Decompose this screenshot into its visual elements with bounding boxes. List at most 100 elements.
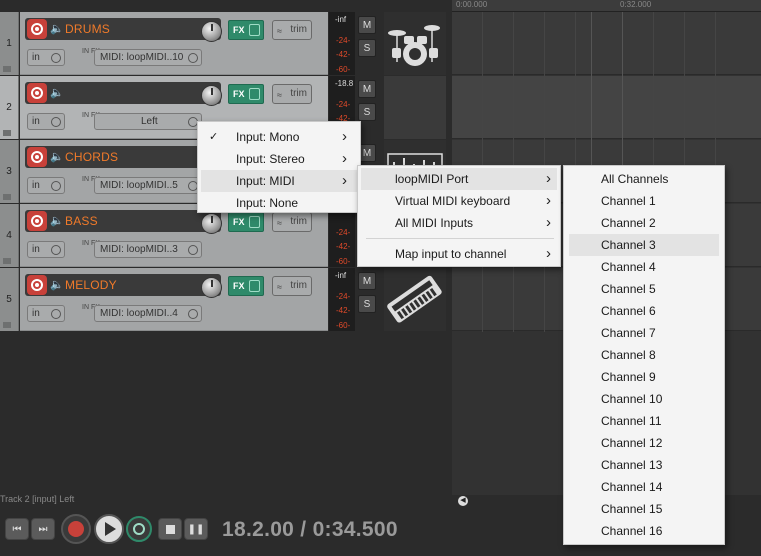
go-to-start-icon[interactable]: ⏮ [5, 518, 29, 540]
track-number[interactable]: 2 [0, 76, 19, 139]
automation-trim-button[interactable]: ≈ trim [272, 84, 312, 104]
fx-bypass-icon[interactable] [249, 216, 260, 228]
track-header[interactable]: 🔈 MELODY FX ≈ trim in IN FX MIDI: loopMID… [20, 268, 328, 331]
menu-item-channel[interactable]: Channel 8 [569, 344, 719, 366]
menu-item-midi-source[interactable]: loopMIDI Port › [361, 168, 557, 190]
input-source-select[interactable]: MIDI: loopMIDI..5 [94, 177, 202, 194]
record-arm-button[interactable] [27, 147, 47, 167]
record-arm-button[interactable] [27, 211, 47, 231]
play-icon[interactable] [94, 514, 124, 544]
input-source-select[interactable]: MIDI: loopMIDI..3 [94, 241, 202, 258]
input-monitor-button[interactable]: in [27, 177, 65, 194]
fx-bypass-icon[interactable] [249, 24, 260, 36]
track-number[interactable]: 3 [0, 140, 19, 203]
speaker-icon[interactable]: 🔈 [50, 23, 64, 35]
menu-item-channel[interactable]: Channel 13 [569, 454, 719, 476]
track-1[interactable]: 1 🔈 DRUMS FX ≈ trim in IN FX MIDI: loopMI… [0, 12, 446, 75]
input-monitor-button[interactable]: in [27, 305, 65, 322]
solo-button[interactable]: S [358, 295, 376, 313]
track-number[interactable]: 1 [0, 12, 19, 75]
menu-item-channel[interactable]: Channel 16 [569, 520, 719, 542]
automation-trim-button[interactable]: ≈ trim [272, 276, 312, 296]
fx-button[interactable]: FX [228, 20, 264, 40]
input-monitor-button[interactable]: in [27, 113, 65, 130]
menu-item-input[interactable]: Input: None [201, 192, 357, 214]
speaker-icon[interactable]: 🔈 [50, 87, 64, 99]
solo-button[interactable]: S [358, 39, 376, 57]
menu-item-channel[interactable]: Channel 7 [569, 322, 719, 344]
level-meter[interactable]: -inf -24- -42- -60- [329, 268, 355, 331]
track-5[interactable]: 5 🔈 MELODY FX ≈ trim in IN FX MIDI: loopM… [0, 268, 446, 331]
track-name[interactable]: MELODY [65, 278, 117, 292]
speaker-icon[interactable]: 🔈 [50, 151, 64, 163]
horizontal-scrollbar[interactable]: ◀ [452, 495, 564, 507]
record-arm-button[interactable] [27, 275, 47, 295]
input-source-select[interactable]: MIDI: loopMIDI..10 [94, 49, 202, 66]
menu-item-input[interactable]: Input: Stereo › [201, 148, 357, 170]
speaker-icon[interactable]: 🔈 [50, 215, 64, 227]
input-monitor-button[interactable]: in [27, 49, 65, 66]
track-number[interactable]: 5 [0, 268, 19, 331]
menu-item-midi-source[interactable]: Virtual MIDI keyboard › [361, 190, 557, 212]
scroll-left-icon[interactable]: ◀ [458, 496, 468, 506]
record-icon[interactable] [61, 514, 91, 544]
folder-icon[interactable] [3, 194, 11, 200]
menu-item-channel[interactable]: Channel 6 [569, 300, 719, 322]
menu-item-channel[interactable]: Channel 9 [569, 366, 719, 388]
fx-bypass-icon[interactable] [249, 280, 260, 292]
menu-item-channel[interactable]: Channel 15 [569, 498, 719, 520]
input-monitor-button[interactable]: in [27, 241, 65, 258]
level-meter[interactable]: -inf -24- -42- -60- [329, 12, 355, 75]
folder-icon[interactable] [3, 130, 11, 136]
mute-button[interactable]: M [358, 16, 376, 34]
menu-item-channel[interactable]: Channel 11 [569, 410, 719, 432]
loop-icon[interactable] [126, 516, 152, 542]
record-arm-button[interactable] [27, 19, 47, 39]
fx-bypass-icon[interactable] [249, 88, 260, 100]
menu-item-channel[interactable]: Channel 2 [569, 212, 719, 234]
mute-button[interactable]: M [358, 272, 376, 290]
menu-item-midi-source[interactable]: All MIDI Inputs › [361, 212, 557, 234]
automation-trim-button[interactable]: ≈ trim [272, 20, 312, 40]
menu-item-channel[interactable]: Channel 5 [569, 278, 719, 300]
go-to-end-icon[interactable]: ⏭ [31, 518, 55, 540]
input-source-select[interactable]: Left [94, 113, 202, 130]
menu-item-label: Input: MIDI [236, 174, 295, 188]
fx-button[interactable]: FX [228, 212, 264, 232]
menu-item-midi-source[interactable]: Map input to channel › [361, 243, 557, 265]
fx-button[interactable]: FX [228, 84, 264, 104]
menu-item-channel[interactable]: Channel 4 [569, 256, 719, 278]
time-display[interactable]: 18.2.00 / 0:34.500 [222, 518, 398, 542]
track-name[interactable]: BASS [65, 214, 98, 228]
menu-item-channel[interactable]: Channel 1 [569, 190, 719, 212]
pause-icon[interactable]: ❚❚ [184, 518, 208, 540]
track-name[interactable]: DRUMS [65, 22, 110, 36]
folder-icon[interactable] [3, 258, 11, 264]
track-header[interactable]: 🔈 DRUMS FX ≈ trim in IN FX MIDI: loopMIDI… [20, 12, 328, 75]
track-number[interactable]: 4 [0, 204, 19, 267]
folder-icon[interactable] [3, 322, 11, 328]
automation-trim-button[interactable]: ≈ trim [272, 212, 312, 232]
menu-item-input[interactable]: Input: MIDI › [201, 170, 357, 192]
fx-button[interactable]: FX [228, 276, 264, 296]
timeline-ruler[interactable]: 0:00.000 0:32.000 [452, 0, 761, 12]
solo-button[interactable]: S [358, 103, 376, 121]
speaker-icon[interactable]: 🔈 [50, 279, 64, 291]
menu-item-channel[interactable]: Channel 12 [569, 432, 719, 454]
input-source-select[interactable]: MIDI: loopMIDI..4 [94, 305, 202, 322]
track-name[interactable]: CHORDS [65, 150, 118, 164]
folder-icon[interactable] [3, 66, 11, 72]
volume-knob[interactable] [201, 21, 222, 42]
menu-item-channel[interactable]: All Channels [569, 168, 719, 190]
menu-item-channel[interactable]: Channel 3 [569, 234, 719, 256]
stop-icon[interactable] [158, 518, 182, 540]
volume-knob[interactable] [201, 213, 222, 234]
mute-button[interactable]: M [358, 80, 376, 98]
menu-item-channel[interactable]: Channel 10 [569, 388, 719, 410]
menu-item-input[interactable]: ✓ Input: Mono › [201, 126, 357, 148]
volume-knob[interactable] [201, 85, 222, 106]
record-arm-button[interactable] [27, 83, 47, 103]
menu-item-channel[interactable]: Channel 14 [569, 476, 719, 498]
volume-knob[interactable] [201, 277, 222, 298]
record-arm-icon [31, 151, 43, 163]
